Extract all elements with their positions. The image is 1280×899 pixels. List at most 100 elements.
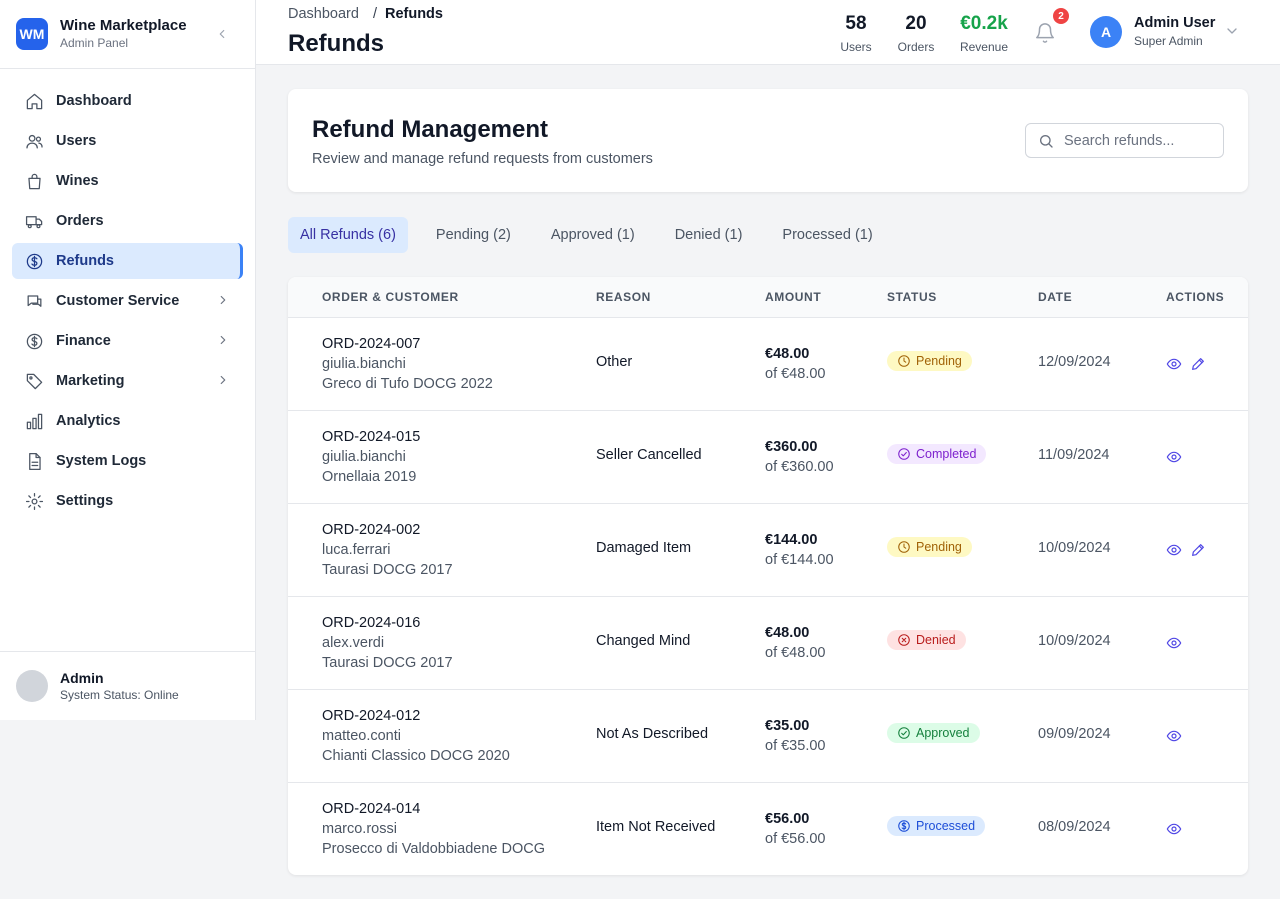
refund-amount: €48.00 (765, 346, 810, 362)
stat-orders-value: 20 (905, 13, 927, 34)
refund-reason: Not As Described (596, 726, 709, 742)
order-total: of €35.00 (765, 738, 826, 754)
pencil-icon (1192, 544, 1204, 556)
user-avatar[interactable]: A (1090, 16, 1122, 48)
refund-management-card: Refund Management Review and manage refu… (288, 89, 1248, 192)
order-cell: ORD-2024-014 marco.rossi Prosecco di Val… (322, 799, 545, 859)
amount-cell: €360.00 of €360.00 (765, 437, 834, 477)
status-label: Completed (916, 447, 977, 461)
status-icon-wrap (897, 540, 911, 554)
sidebar-item-refunds[interactable]: Refunds (12, 243, 243, 279)
status-badge: Completed (887, 444, 987, 464)
pencil-icon (1192, 358, 1204, 370)
sidebar-item-label: Customer Service (56, 293, 180, 309)
order-cell: ORD-2024-007 giulia.bianchi Greco di Tuf… (322, 334, 493, 394)
order-cell: ORD-2024-016 alex.verdi Taurasi DOCG 201… (322, 613, 453, 673)
status-tabs: All Refunds (6) Pending (2) Approved (1) De… (288, 217, 901, 253)
top-header: Dashboard / Refunds Refunds 58 Users 20 Or… (256, 0, 1280, 65)
system-status: System Status: Online (60, 688, 179, 702)
refund-date: 11/09/2024 (1038, 447, 1110, 463)
view-button[interactable] (1166, 821, 1182, 837)
brand: WM Wine Marketplace Admin Panel (0, 0, 255, 69)
customer-username: giulia.bianchi (322, 356, 406, 372)
sidebar-item-label: Marketing (56, 373, 125, 389)
col-reason: REASON (596, 290, 651, 304)
x-circle-icon (898, 634, 910, 646)
sidebar-item-label: Analytics (56, 413, 121, 429)
amount-cell: €144.00 of €144.00 (765, 530, 834, 570)
sidebar-item-finance[interactable]: Finance (12, 323, 243, 359)
users-icon (25, 134, 43, 148)
view-button[interactable] (1166, 449, 1182, 465)
refund-reason: Seller Cancelled (596, 447, 702, 463)
truck-icon-wrap (24, 211, 44, 231)
brand-subtitle: Admin Panel (60, 36, 129, 50)
sidebar-item-orders[interactable]: Orders (12, 203, 243, 239)
table-header: ORDER & CUSTOMER REASON AMOUNT STATUS DA… (288, 277, 1248, 318)
edit-button[interactable] (1190, 542, 1206, 558)
status-label: Processed (916, 819, 976, 833)
chevron-right-icon (220, 335, 226, 345)
stat-revenue: €0.2k Revenue (954, 12, 1014, 55)
tag-icon-wrap (24, 371, 44, 391)
gear-icon (25, 492, 43, 510)
eye-icon (1166, 544, 1182, 556)
gear-icon-wrap (24, 491, 44, 511)
order-id: ORD-2024-002 (322, 522, 421, 538)
refund-date: 09/09/2024 (1038, 726, 1111, 742)
sidebar-item-users[interactable]: Users (12, 123, 243, 159)
sidebar: WM Wine Marketplace Admin Panel Dashboar… (0, 0, 256, 720)
view-button[interactable] (1166, 356, 1182, 372)
sidebar-item-wines[interactable]: Wines (12, 163, 243, 199)
sidebar-item-settings[interactable]: Settings (12, 483, 243, 519)
eye-icon (1166, 451, 1182, 463)
tab-processed[interactable]: Processed (1) (770, 217, 884, 253)
sidebar-item-dashboard[interactable]: Dashboard (12, 83, 243, 119)
view-button[interactable] (1166, 635, 1182, 651)
status-label: Pending (916, 540, 962, 554)
collapse-sidebar-button[interactable] (213, 25, 231, 43)
chevron-down-icon (1227, 28, 1237, 34)
order-id: ORD-2024-012 (322, 708, 421, 724)
tab-all-refunds[interactable]: All Refunds (6) (288, 217, 408, 253)
search-box (1025, 123, 1224, 158)
dollar-circle-icon-wrap (24, 251, 44, 271)
sidebar-item-label: Finance (56, 333, 111, 349)
status-badge: Denied (887, 630, 966, 650)
stat-orders-label: Orders (897, 40, 935, 54)
refunds-table: ORDER & CUSTOMER REASON AMOUNT STATUS DA… (288, 277, 1248, 875)
view-button[interactable] (1166, 542, 1182, 558)
amount-cell: €56.00 of €56.00 (765, 809, 825, 849)
eye-icon (1166, 823, 1182, 835)
refund-date: 08/09/2024 (1038, 819, 1111, 835)
breadcrumb-current: Refunds (384, 6, 443, 22)
dollar-circle-icon (898, 820, 910, 832)
sidebar-item-analytics[interactable]: Analytics (12, 403, 243, 439)
sidebar-item-customer-service[interactable]: Customer Service (12, 283, 243, 319)
view-button[interactable] (1166, 728, 1182, 744)
stat-revenue-label: Revenue (959, 40, 1009, 54)
dollar-circle-icon (26, 253, 42, 269)
search-input[interactable] (1064, 124, 1220, 157)
col-date: DATE (1038, 290, 1073, 304)
refund-date: 10/09/2024 (1038, 540, 1111, 556)
table-row: ORD-2024-012 matteo.conti Chianti Classi… (288, 690, 1248, 783)
sidebar-item-marketing[interactable]: Marketing (12, 363, 243, 399)
status-label: Denied (916, 633, 956, 647)
tag-icon (26, 373, 42, 389)
edit-button[interactable] (1190, 356, 1206, 372)
stat-orders: 20 Orders (892, 12, 940, 55)
refund-reason: Changed Mind (596, 633, 691, 649)
sidebar-item-system-logs[interactable]: System Logs (12, 443, 243, 479)
page-title: Refunds (288, 30, 384, 57)
tab-pending[interactable]: Pending (2) (424, 217, 523, 253)
dollar-circle-icon (26, 333, 42, 349)
amount-cell: €48.00 of €48.00 (765, 344, 825, 384)
breadcrumb-separator: / (372, 6, 377, 22)
breadcrumb-dashboard-link[interactable]: Dashboard (288, 6, 359, 22)
home-icon (26, 93, 42, 109)
user-menu-toggle[interactable] (1224, 23, 1240, 39)
tab-approved[interactable]: Approved (1) (539, 217, 647, 253)
notifications-button[interactable] (1034, 22, 1056, 44)
tab-denied[interactable]: Denied (1) (663, 217, 755, 253)
